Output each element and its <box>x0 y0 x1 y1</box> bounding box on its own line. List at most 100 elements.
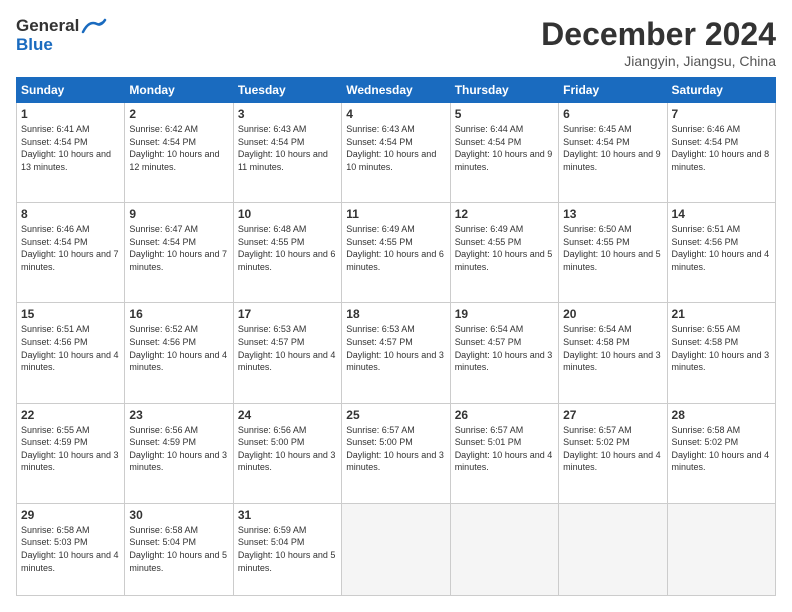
day-number: 25 <box>346 408 445 422</box>
weekday-header: Sunday <box>17 78 125 103</box>
calendar-cell: 7 Sunrise: 6:46 AMSunset: 4:54 PMDaylight… <box>667 103 775 203</box>
calendar-cell: 17 Sunrise: 6:53 AMSunset: 4:57 PMDayligh… <box>233 303 341 403</box>
day-info: Sunrise: 6:54 AMSunset: 4:57 PMDaylight:… <box>455 323 554 373</box>
weekday-header: Saturday <box>667 78 775 103</box>
day-number: 24 <box>238 408 337 422</box>
logo-general: General <box>16 17 79 36</box>
day-info: Sunrise: 6:59 AMSunset: 5:04 PMDaylight:… <box>238 524 337 574</box>
day-info: Sunrise: 6:42 AMSunset: 4:54 PMDaylight:… <box>129 123 228 173</box>
calendar-cell: 29 Sunrise: 6:58 AMSunset: 5:03 PMDayligh… <box>17 503 125 595</box>
day-number: 5 <box>455 107 554 121</box>
day-number: 4 <box>346 107 445 121</box>
day-info: Sunrise: 6:48 AMSunset: 4:55 PMDaylight:… <box>238 223 337 273</box>
day-info: Sunrise: 6:58 AMSunset: 5:04 PMDaylight:… <box>129 524 228 574</box>
day-info: Sunrise: 6:50 AMSunset: 4:55 PMDaylight:… <box>563 223 662 273</box>
day-number: 26 <box>455 408 554 422</box>
calendar-table: SundayMondayTuesdayWednesdayThursdayFrid… <box>16 77 776 596</box>
calendar-cell: 30 Sunrise: 6:58 AMSunset: 5:04 PMDayligh… <box>125 503 233 595</box>
day-number: 21 <box>672 307 771 321</box>
day-info: Sunrise: 6:53 AMSunset: 4:57 PMDaylight:… <box>346 323 445 373</box>
calendar-cell: 28 Sunrise: 6:58 AMSunset: 5:02 PMDayligh… <box>667 403 775 503</box>
day-info: Sunrise: 6:46 AMSunset: 4:54 PMDaylight:… <box>21 223 120 273</box>
day-info: Sunrise: 6:46 AMSunset: 4:54 PMDaylight:… <box>672 123 771 173</box>
calendar-cell: 5 Sunrise: 6:44 AMSunset: 4:54 PMDaylight… <box>450 103 558 203</box>
calendar-cell: 2 Sunrise: 6:42 AMSunset: 4:54 PMDaylight… <box>125 103 233 203</box>
day-number: 10 <box>238 207 337 221</box>
calendar-cell: 14 Sunrise: 6:51 AMSunset: 4:56 PMDayligh… <box>667 203 775 303</box>
calendar-cell: 12Sunrise: 6:49 AMSunset: 4:55 PMDayligh… <box>450 203 558 303</box>
day-number: 6 <box>563 107 662 121</box>
day-info: Sunrise: 6:51 AMSunset: 4:56 PMDaylight:… <box>21 323 120 373</box>
calendar-cell: 4 Sunrise: 6:43 AMSunset: 4:54 PMDaylight… <box>342 103 450 203</box>
day-number: 28 <box>672 408 771 422</box>
day-number: 2 <box>129 107 228 121</box>
calendar-cell: 10 Sunrise: 6:48 AMSunset: 4:55 PMDayligh… <box>233 203 341 303</box>
calendar-cell: 25 Sunrise: 6:57 AMSunset: 5:00 PMDayligh… <box>342 403 450 503</box>
day-info: Sunrise: 6:49 AMSunset: 4:55 PMDaylight:… <box>455 223 554 273</box>
weekday-header: Thursday <box>450 78 558 103</box>
day-number: 19 <box>455 307 554 321</box>
day-info: Sunrise: 6:57 AMSunset: 5:00 PMDaylight:… <box>346 424 445 474</box>
day-info: Sunrise: 6:47 AMSunset: 4:54 PMDaylight:… <box>129 223 228 273</box>
calendar-cell <box>450 503 558 595</box>
day-number: 3 <box>238 107 337 121</box>
title-block: December 2024 Jiangyin, Jiangsu, China <box>541 16 776 69</box>
day-number: 11 <box>346 207 445 221</box>
day-number: 7 <box>672 107 771 121</box>
day-info: Sunrise: 6:43 AMSunset: 4:54 PMDaylight:… <box>238 123 337 173</box>
calendar-cell: 11 Sunrise: 6:49 AMSunset: 4:55 PMDayligh… <box>342 203 450 303</box>
calendar-cell: 1 Sunrise: 6:41 AMSunset: 4:54 PMDaylight… <box>17 103 125 203</box>
day-number: 20 <box>563 307 662 321</box>
location: Jiangyin, Jiangsu, China <box>541 53 776 69</box>
day-info: Sunrise: 6:44 AMSunset: 4:54 PMDaylight:… <box>455 123 554 173</box>
calendar-cell: 20Sunrise: 6:54 AMSunset: 4:58 PMDayligh… <box>559 303 667 403</box>
day-number: 9 <box>129 207 228 221</box>
day-number: 22 <box>21 408 120 422</box>
page: General Blue December 2024 Jiangyin, Jia… <box>0 0 792 612</box>
weekday-header: Wednesday <box>342 78 450 103</box>
weekday-header: Monday <box>125 78 233 103</box>
day-info: Sunrise: 6:55 AMSunset: 4:59 PMDaylight:… <box>21 424 120 474</box>
day-info: Sunrise: 6:45 AMSunset: 4:54 PMDaylight:… <box>563 123 662 173</box>
calendar-cell <box>667 503 775 595</box>
calendar-cell: 16 Sunrise: 6:52 AMSunset: 4:56 PMDayligh… <box>125 303 233 403</box>
day-number: 8 <box>21 207 120 221</box>
day-info: Sunrise: 6:43 AMSunset: 4:54 PMDaylight:… <box>346 123 445 173</box>
day-number: 16 <box>129 307 228 321</box>
day-number: 29 <box>21 508 120 522</box>
calendar-cell: 24 Sunrise: 6:56 AMSunset: 5:00 PMDayligh… <box>233 403 341 503</box>
day-number: 30 <box>129 508 228 522</box>
calendar-cell: 9 Sunrise: 6:47 AMSunset: 4:54 PMDaylight… <box>125 203 233 303</box>
day-info: Sunrise: 6:57 AMSunset: 5:01 PMDaylight:… <box>455 424 554 474</box>
calendar-cell: 19 Sunrise: 6:54 AMSunset: 4:57 PMDayligh… <box>450 303 558 403</box>
calendar-cell: 13 Sunrise: 6:50 AMSunset: 4:55 PMDayligh… <box>559 203 667 303</box>
weekday-header: Tuesday <box>233 78 341 103</box>
calendar-cell: 18 Sunrise: 6:53 AMSunset: 4:57 PMDayligh… <box>342 303 450 403</box>
calendar-cell <box>559 503 667 595</box>
day-info: Sunrise: 6:52 AMSunset: 4:56 PMDaylight:… <box>129 323 228 373</box>
day-number: 18 <box>346 307 445 321</box>
day-number: 27 <box>563 408 662 422</box>
day-info: Sunrise: 6:56 AMSunset: 5:00 PMDaylight:… <box>238 424 337 474</box>
weekday-header: Friday <box>559 78 667 103</box>
calendar-cell <box>342 503 450 595</box>
calendar-cell: 15 Sunrise: 6:51 AMSunset: 4:56 PMDayligh… <box>17 303 125 403</box>
month-title: December 2024 <box>541 16 776 53</box>
logo: General Blue <box>16 16 107 55</box>
calendar-cell: 8 Sunrise: 6:46 AMSunset: 4:54 PMDaylight… <box>17 203 125 303</box>
day-number: 13 <box>563 207 662 221</box>
calendar-cell: 21Sunrise: 6:55 AMSunset: 4:58 PMDayligh… <box>667 303 775 403</box>
day-info: Sunrise: 6:58 AMSunset: 5:02 PMDaylight:… <box>672 424 771 474</box>
day-info: Sunrise: 6:41 AMSunset: 4:54 PMDaylight:… <box>21 123 120 173</box>
day-info: Sunrise: 6:49 AMSunset: 4:55 PMDaylight:… <box>346 223 445 273</box>
day-number: 1 <box>21 107 120 121</box>
header: General Blue December 2024 Jiangyin, Jia… <box>16 16 776 69</box>
logo-blue: Blue <box>16 36 107 55</box>
day-number: 23 <box>129 408 228 422</box>
day-info: Sunrise: 6:51 AMSunset: 4:56 PMDaylight:… <box>672 223 771 273</box>
day-number: 17 <box>238 307 337 321</box>
day-number: 14 <box>672 207 771 221</box>
day-info: Sunrise: 6:58 AMSunset: 5:03 PMDaylight:… <box>21 524 120 574</box>
day-info: Sunrise: 6:53 AMSunset: 4:57 PMDaylight:… <box>238 323 337 373</box>
day-number: 15 <box>21 307 120 321</box>
